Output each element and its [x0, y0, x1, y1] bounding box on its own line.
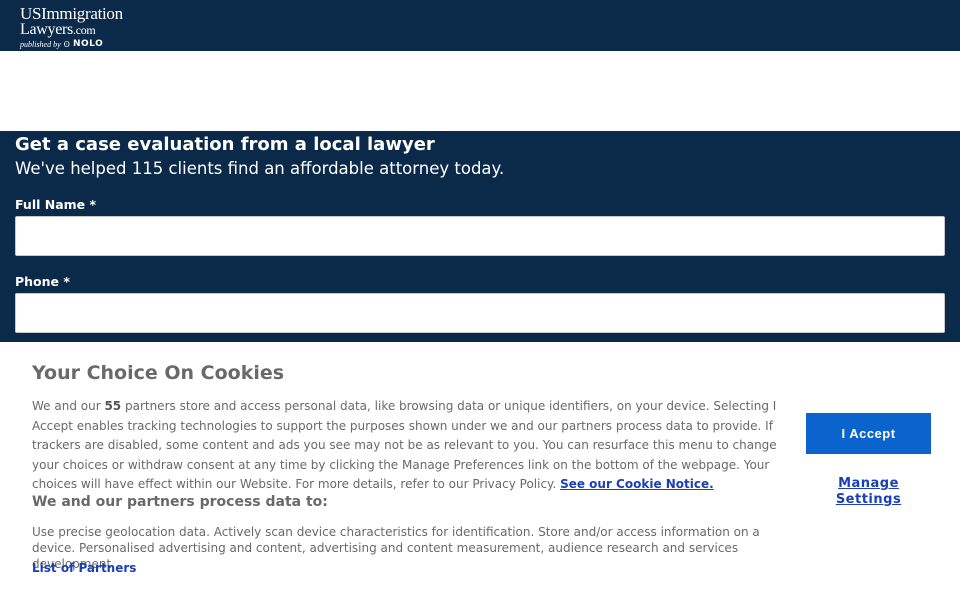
accept-cookies-button[interactable]: I Accept — [806, 413, 931, 454]
site-header: USImmigration Lawyers.com published by Ꙩ… — [0, 0, 960, 51]
logo-text-line2: Lawyers.com — [20, 22, 123, 38]
partner-count: 55 — [104, 399, 122, 413]
cookie-notice-link[interactable]: See our Cookie Notice. — [560, 477, 714, 491]
case-evaluation-form: Get a case evaluation from a local lawye… — [0, 131, 960, 342]
manage-settings-button[interactable]: Manage Settings — [806, 476, 931, 508]
cookie-purposes-heading: We and our partners process data to: — [32, 494, 328, 510]
cookie-banner-description: We and our 55 partners store and access … — [32, 397, 782, 495]
logo-publisher: published by Ꙩ NOLO — [20, 39, 123, 49]
nolo-text: NOLO — [72, 39, 104, 49]
form-title: Get a case evaluation from a local lawye… — [15, 134, 435, 155]
blank-area — [0, 51, 960, 131]
site-logo[interactable]: USImmigration Lawyers.com published by Ꙩ… — [20, 4, 123, 49]
logo-dotcom: .com — [73, 23, 96, 37]
phone-label: Phone * — [15, 274, 70, 289]
cookie-banner-title: Your Choice On Cookies — [32, 362, 285, 384]
cookie-consent-banner: Your Choice On Cookies We and our 55 par… — [0, 342, 960, 600]
nolo-logo-icon: Ꙩ — [63, 39, 70, 49]
phone-input[interactable] — [15, 293, 945, 333]
full-name-input[interactable] — [15, 216, 945, 256]
published-by-text: published by — [20, 39, 61, 49]
full-name-label: Full Name * — [15, 197, 97, 212]
logo-text-line1: USImmigration — [20, 4, 123, 23]
form-subtitle: We've helped 115 clients find an afforda… — [15, 159, 505, 178]
logo-lawyers: Lawyers — [20, 21, 73, 38]
cookie-text-prefix: We and our — [32, 399, 105, 413]
cookie-purposes-text: Use precise geolocation data. Actively s… — [32, 525, 760, 571]
list-of-partners-link[interactable]: List of Partners — [32, 561, 136, 575]
